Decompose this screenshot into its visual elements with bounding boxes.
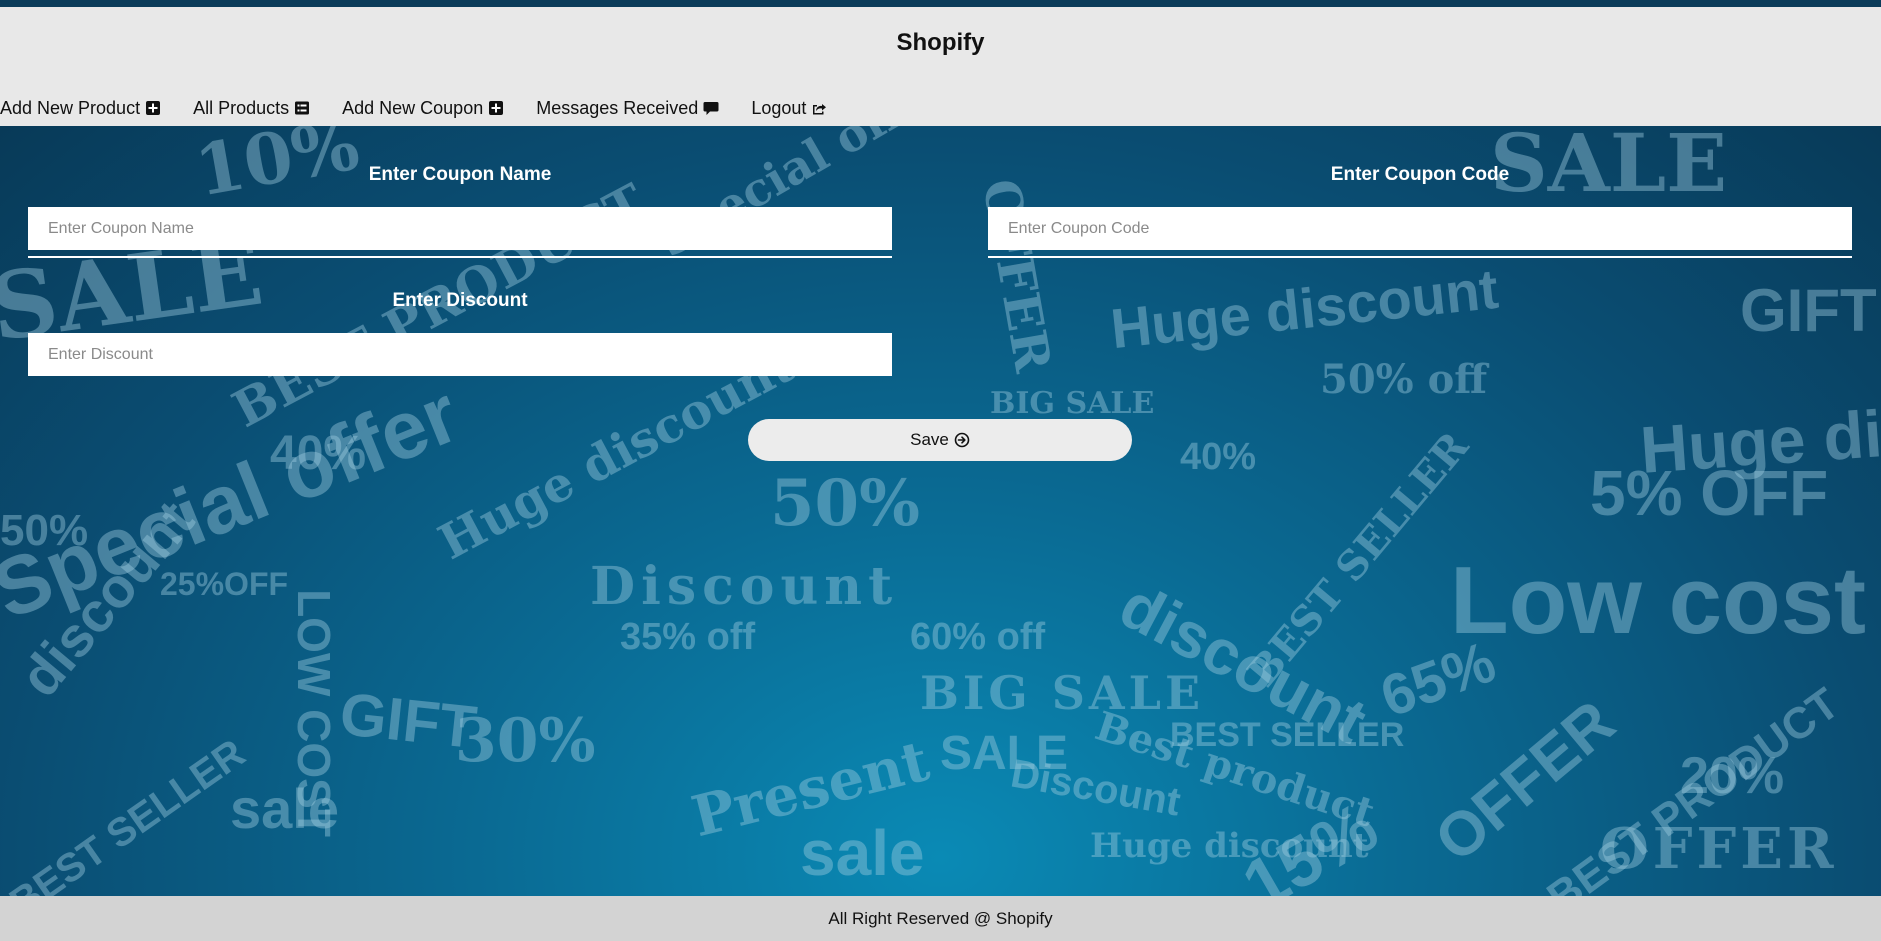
- coupon-name-input[interactable]: [28, 207, 892, 250]
- bg-word: 30%: [455, 706, 596, 776]
- coupon-name-label: Enter Coupon Name: [368, 164, 552, 185]
- bg-word: Present: [685, 727, 936, 851]
- nav-add-new-coupon[interactable]: Add New Coupon: [342, 98, 504, 119]
- coupon-code-input[interactable]: [988, 207, 1852, 250]
- share-out-icon: [811, 100, 827, 116]
- bg-word: 40%: [1180, 436, 1257, 478]
- brand-title: Shopify: [896, 29, 985, 56]
- top-strip: [0, 0, 1881, 7]
- bg-word: sale: [230, 777, 339, 840]
- footer: All Right Reserved @ Shopify: [0, 896, 1881, 941]
- bg-word: BEST SELLER: [1238, 423, 1478, 696]
- nav-item-label: Logout: [751, 97, 807, 118]
- bg-word: 50% off: [1320, 356, 1488, 403]
- header: Shopify Add New Product All Products Add…: [0, 7, 1881, 126]
- bg-word: Huge discount: [1637, 381, 1881, 487]
- bg-word: Discount: [590, 556, 899, 617]
- bg-word: Discount: [1007, 751, 1184, 825]
- bg-word: 20%: [1680, 747, 1785, 805]
- bg-word: BEST SELLER: [1170, 716, 1405, 754]
- list-icon: [294, 100, 310, 116]
- bg-word: Huge discount: [1090, 826, 1369, 866]
- main-nav: Add New Product All Products Add New Cou…: [0, 90, 859, 126]
- nav-messages-received[interactable]: Messages Received: [536, 98, 719, 119]
- coupon-code-label: Enter Coupon Code: [1330, 164, 1510, 185]
- nav-item-label: Messages Received: [536, 97, 699, 118]
- bg-word: 50%: [0, 506, 89, 555]
- bg-word: OFFER: [1422, 687, 1628, 876]
- discount-input[interactable]: [28, 333, 892, 376]
- bg-word: Huge discount: [1107, 256, 1502, 361]
- bg-word: discount: [1108, 568, 1378, 758]
- save-button[interactable]: Save: [748, 419, 1132, 461]
- bg-word: 40%: [270, 427, 367, 480]
- bg-word: 15%: [1229, 787, 1391, 896]
- coupon-code-underline: [988, 256, 1852, 258]
- nav-item-label: All Products: [193, 97, 290, 118]
- bg-word: 60% off: [910, 616, 1046, 658]
- bg-word: BIG SALE: [990, 386, 1155, 421]
- bg-word: LOW COST: [287, 589, 340, 837]
- bg-word: SALE: [940, 727, 1069, 780]
- coupon-name-underline: [28, 256, 892, 258]
- bg-word: BEST PRODUCT: [1538, 678, 1849, 896]
- bg-word: Special offer: [0, 368, 472, 637]
- discount-label: Enter Discount: [392, 290, 528, 311]
- bg-word: BEST SELLER: [2, 731, 254, 896]
- bg-word: 65%: [1372, 629, 1504, 730]
- bg-word: OFFER: [1600, 816, 1838, 882]
- bg-word: GIFT: [336, 680, 480, 761]
- plus-square-icon: [145, 100, 161, 116]
- nav-all-products[interactable]: All Products: [193, 98, 310, 119]
- bg-word: discount: [7, 488, 206, 709]
- bg-word: BIG SALE: [920, 666, 1205, 720]
- bg-word: 35% off: [620, 616, 756, 658]
- bg-word: 50%: [770, 466, 920, 541]
- nav-item-label: Add New Coupon: [342, 97, 484, 118]
- nav-add-new-product[interactable]: Add New Product: [0, 98, 161, 119]
- footer-text: All Right Reserved @ Shopify: [828, 908, 1053, 928]
- nav-logout[interactable]: Logout: [751, 98, 827, 119]
- page: Shopify Add New Product All Products Add…: [0, 0, 1881, 941]
- comment-icon: [703, 100, 719, 116]
- bg-word: sale: [800, 817, 925, 889]
- hero-background: SALE 10% Special offer OFFER Huge discou…: [0, 126, 1881, 896]
- nav-item-label: Add New Product: [0, 97, 141, 118]
- save-button-label: Save: [910, 430, 949, 449]
- bg-word: 5% OFF: [1590, 457, 1829, 529]
- plus-square-icon: [488, 100, 504, 116]
- bg-word: Best product: [1089, 702, 1380, 837]
- bg-word: 25%OFF: [160, 566, 289, 602]
- bg-word: OFFER: [971, 174, 1064, 377]
- bg-word: GIFT: [1740, 277, 1877, 344]
- bg-word: Low cost: [1450, 547, 1867, 654]
- arrow-circle-right-icon: [954, 432, 970, 448]
